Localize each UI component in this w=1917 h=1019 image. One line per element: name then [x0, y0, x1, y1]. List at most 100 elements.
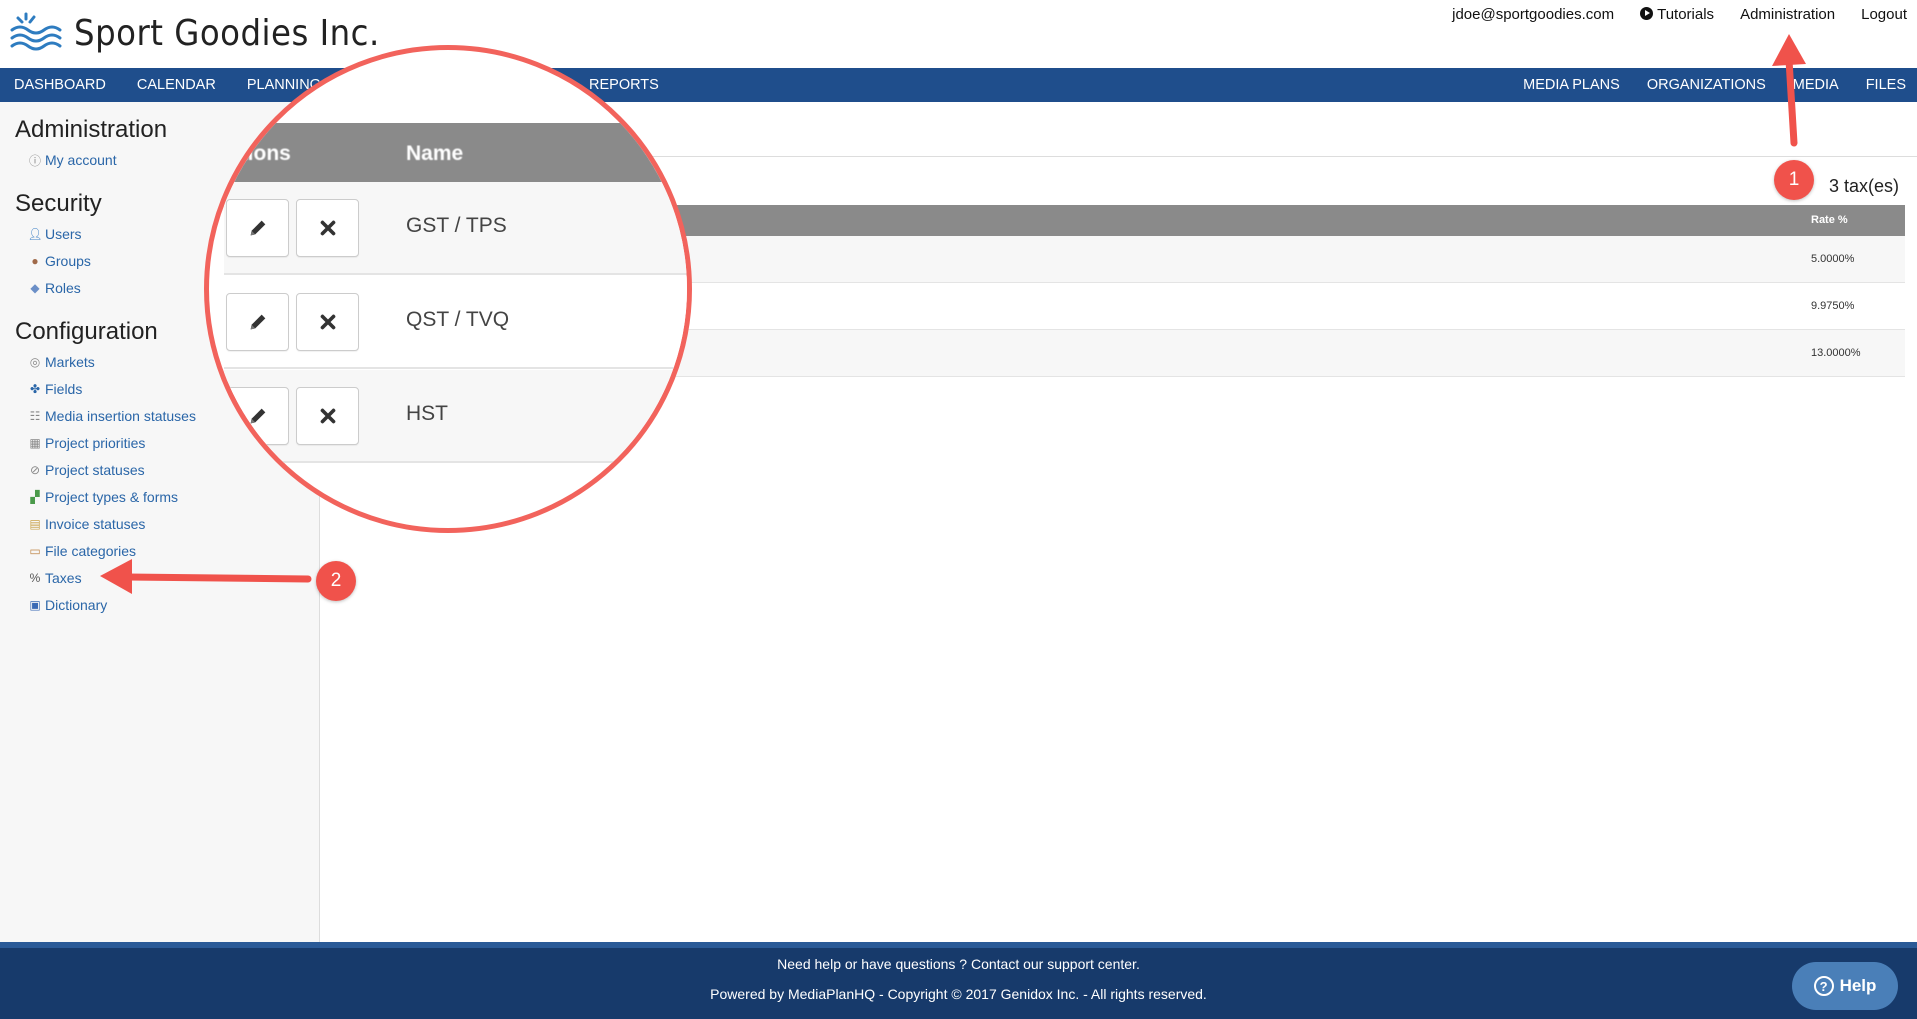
close-icon: [320, 314, 335, 330]
sidebar-item-fields[interactable]: ✤ Fields: [28, 381, 82, 397]
zoom-column-header-name[interactable]: Name: [406, 142, 463, 166]
column-header-rate[interactable]: Rate %: [1811, 214, 1848, 226]
sidebar-item-label: Users: [45, 226, 82, 242]
sidebar-item-label: Groups: [45, 253, 91, 269]
pencil-icon: [250, 408, 265, 424]
annotation-badge-1: 1: [1774, 160, 1814, 200]
delete-button[interactable]: [296, 199, 359, 257]
nav-dashboard[interactable]: DASHBOARD: [14, 77, 106, 93]
blocks-icon: ▞: [30, 490, 40, 504]
user-icon: 👤︎: [27, 227, 43, 241]
sidebar-item-file-categories[interactable]: ▭ File categories: [28, 543, 136, 559]
sidebar-item-label: Project statuses: [45, 462, 145, 478]
nav-reports[interactable]: REPORTS: [589, 77, 659, 93]
sidebar-item-label: Media insertion statuses: [45, 408, 196, 424]
nav-calendar[interactable]: CALENDAR: [137, 77, 216, 93]
pencil-icon: [250, 314, 265, 330]
tax-name: QST / TVQ: [406, 308, 510, 331]
sidebar-item-groups[interactable]: ● Groups: [28, 253, 91, 269]
sidebar-item-media-insertion-statuses[interactable]: ☷ Media insertion statuses: [28, 408, 196, 424]
zoom-table-row: GST / TPS: [224, 182, 687, 275]
sidebar-item-label: Project priorities: [45, 435, 146, 451]
footer-strip: [0, 942, 1917, 948]
nav-files[interactable]: FILES: [1866, 77, 1906, 93]
sidebar-item-label: Invoice statuses: [45, 516, 146, 532]
sidebar-heading-security: Security: [15, 190, 102, 217]
nav-media-plans[interactable]: MEDIA PLANS: [1523, 77, 1620, 93]
edit-button[interactable]: [226, 293, 289, 351]
invoice-icon: ▤: [29, 517, 41, 531]
edit-button[interactable]: [226, 199, 289, 257]
sidebar-item-label: Dictionary: [45, 597, 108, 613]
sidebar-item-label: Project types & forms: [45, 489, 179, 505]
sidebar-item-project-types[interactable]: ▞ Project types & forms: [28, 489, 178, 505]
info-icon: ⓘ: [28, 153, 41, 168]
sidebar-item-users[interactable]: 👤︎ Users: [27, 226, 82, 242]
help-button[interactable]: ? Help: [1792, 962, 1898, 1010]
logout-link[interactable]: Logout: [1861, 6, 1907, 23]
sidebar-item-label: Markets: [45, 354, 95, 370]
delete-button[interactable]: [296, 387, 359, 445]
user-email-link[interactable]: jdoe@sportgoodies.com: [1452, 6, 1614, 23]
puzzle-icon: ✤: [29, 382, 41, 396]
sidebar-item-taxes[interactable]: % Taxes: [28, 570, 82, 586]
sidebar-heading-administration: Administration: [15, 116, 168, 143]
zoom-table-header: ctions Name: [209, 123, 687, 182]
nav-organizations[interactable]: ORGANIZATIONS: [1647, 77, 1766, 93]
top-nav: jdoe@sportgoodies.com Tutorials Administ…: [1452, 6, 1907, 23]
footer: Need help or have questions ? Contact ou…: [0, 942, 1917, 1019]
header: Sport Goodies Inc. jdoe@sportgoodies.com…: [0, 0, 1917, 68]
pencil-icon: [250, 220, 265, 236]
file-icon: ▭: [29, 544, 41, 558]
status-icon: ⊘: [29, 463, 41, 477]
tax-name: HST: [406, 402, 448, 425]
delete-button[interactable]: [296, 293, 359, 351]
zoom-table-row: QST / TVQ: [224, 276, 687, 369]
zoom-magnifier: ctions Name GST / TPS QST / TVQ HST: [204, 45, 692, 533]
sidebar-item-label: Fields: [45, 381, 83, 397]
main-nav: DASHBOARD CALENDAR PLANNING REPORTS MEDI…: [0, 68, 1917, 102]
question-icon: ?: [1813, 976, 1834, 996]
zoom-table-row: HST: [224, 370, 687, 463]
percent-icon: %: [29, 571, 41, 585]
waves-logo-icon: [10, 12, 62, 51]
sidebar-item-label: File categories: [45, 543, 137, 559]
tutorials-link[interactable]: Tutorials: [1640, 6, 1714, 23]
sidebar-item-my-account[interactable]: ⓘ My account: [28, 152, 117, 168]
play-icon: [1640, 7, 1654, 20]
sidebar-item-invoice-statuses[interactable]: ▤ Invoice statuses: [28, 516, 145, 532]
footer-support-text[interactable]: Need help or have questions ? Contact ou…: [0, 956, 1917, 972]
tax-rate: 9.9750%: [1811, 300, 1855, 312]
sidebar-item-project-priorities[interactable]: ▦ Project priorities: [28, 435, 145, 451]
sidebar-item-label: My account: [45, 152, 117, 168]
sidebar-item-markets[interactable]: ◎ Markets: [28, 354, 95, 370]
sidebar-item-roles[interactable]: ◆ Roles: [28, 280, 81, 296]
dictionary-icon: ▣: [29, 598, 41, 612]
sidebar-item-project-statuses[interactable]: ⊘ Project statuses: [28, 462, 145, 478]
tax-rate: 5.0000%: [1811, 253, 1855, 265]
target-icon: ◎: [29, 355, 41, 369]
tax-name: GST / TPS: [406, 214, 507, 237]
roles-icon: ◆: [30, 281, 40, 295]
footer-copyright: Powered by MediaPlanHQ - Copyright © 201…: [710, 986, 1207, 1002]
sidebar-item-dictionary[interactable]: ▣ Dictionary: [28, 597, 107, 613]
close-icon: [320, 220, 335, 236]
close-icon: [320, 408, 335, 424]
sidebar-item-label: Roles: [45, 280, 81, 296]
zoom-column-header-actions: ctions: [229, 142, 291, 165]
grid-icon: ▦: [29, 436, 41, 450]
help-label: Help: [1839, 976, 1877, 995]
group-icon: ●: [31, 254, 39, 268]
brand-name: Sport Goodies Inc.: [74, 12, 380, 54]
tax-count: 3 tax(es): [1829, 176, 1900, 196]
list-icon: ☷: [29, 409, 41, 423]
nav-media[interactable]: MEDIA: [1793, 77, 1839, 93]
administration-link[interactable]: Administration: [1740, 6, 1835, 23]
annotation-badge-2: 2: [316, 561, 356, 601]
edit-button[interactable]: [226, 387, 289, 445]
tutorials-label: Tutorials: [1657, 6, 1715, 23]
sidebar-item-label: Taxes: [45, 570, 82, 586]
brand-logo[interactable]: Sport Goodies Inc.: [8, 10, 380, 56]
sidebar-heading-configuration: Configuration: [15, 318, 158, 345]
tax-rate: 13.0000%: [1811, 347, 1861, 359]
